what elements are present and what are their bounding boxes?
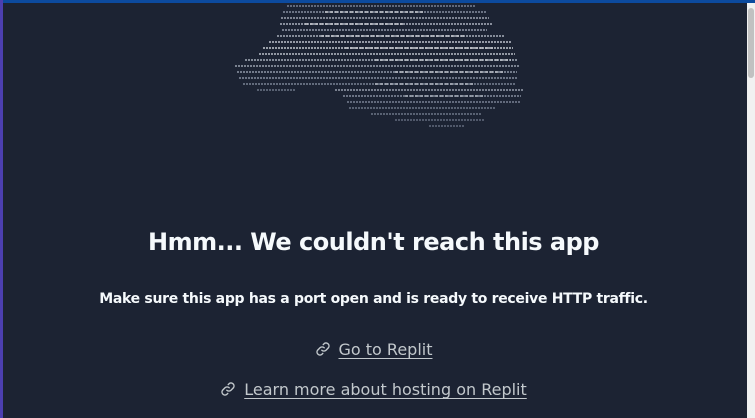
link-icon xyxy=(220,381,236,397)
vertical-scrollbar[interactable] xyxy=(747,3,755,418)
learn-more-hosting-link[interactable]: Learn more about hosting on Replit xyxy=(0,380,747,399)
go-to-replit-label[interactable]: Go to Replit xyxy=(339,340,433,359)
go-to-replit-link[interactable]: Go to Replit xyxy=(0,340,747,359)
learn-more-hosting-label[interactable]: Learn more about hosting on Replit xyxy=(244,380,527,399)
error-content: Hmm... We couldn't reach this app Make s… xyxy=(0,0,747,418)
scrollbar-thumb[interactable] xyxy=(748,8,754,78)
link-icon xyxy=(315,341,331,357)
error-title: Hmm... We couldn't reach this app xyxy=(148,228,599,256)
app-error-page: Hmm... We couldn't reach this app Make s… xyxy=(0,0,755,418)
error-message: Make sure this app has a port open and i… xyxy=(99,291,648,307)
